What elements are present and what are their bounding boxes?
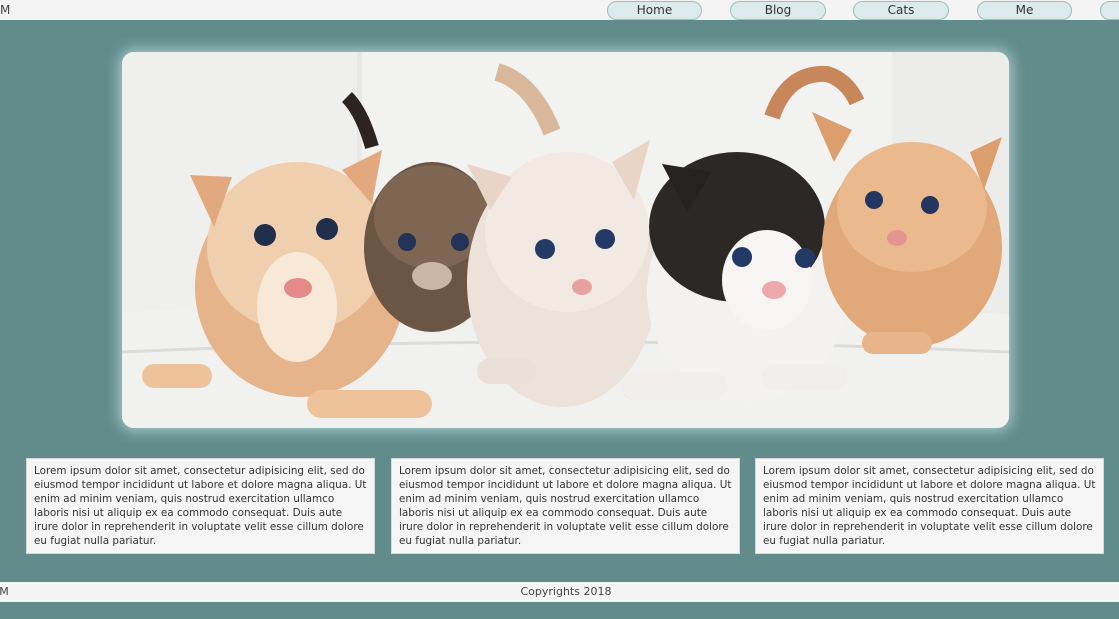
hero-image	[122, 52, 1009, 428]
info-card: Lorem ipsum dolor sit amet, consectetur …	[391, 458, 740, 554]
info-card: Lorem ipsum dolor sit amet, consectetur …	[26, 458, 375, 554]
nav-home-button[interactable]: Home	[607, 1, 702, 20]
info-card: Lorem ipsum dolor sit amet, consectetur …	[755, 458, 1104, 554]
footer-bar: JM Copyrights 2018	[0, 582, 1119, 602]
site-brand[interactable]: JM	[0, 3, 11, 17]
nav-blog-button[interactable]: Blog	[730, 1, 826, 20]
nav-me-button[interactable]: Me	[977, 1, 1072, 20]
top-nav-bar: JM Home Blog Cats Me	[0, 0, 1119, 20]
kittens-photo	[122, 52, 1009, 428]
nav-cats-button[interactable]: Cats	[853, 1, 949, 20]
nav-overflow-button[interactable]	[1100, 1, 1119, 20]
copyright-text: Copyrights 2018	[520, 585, 612, 598]
